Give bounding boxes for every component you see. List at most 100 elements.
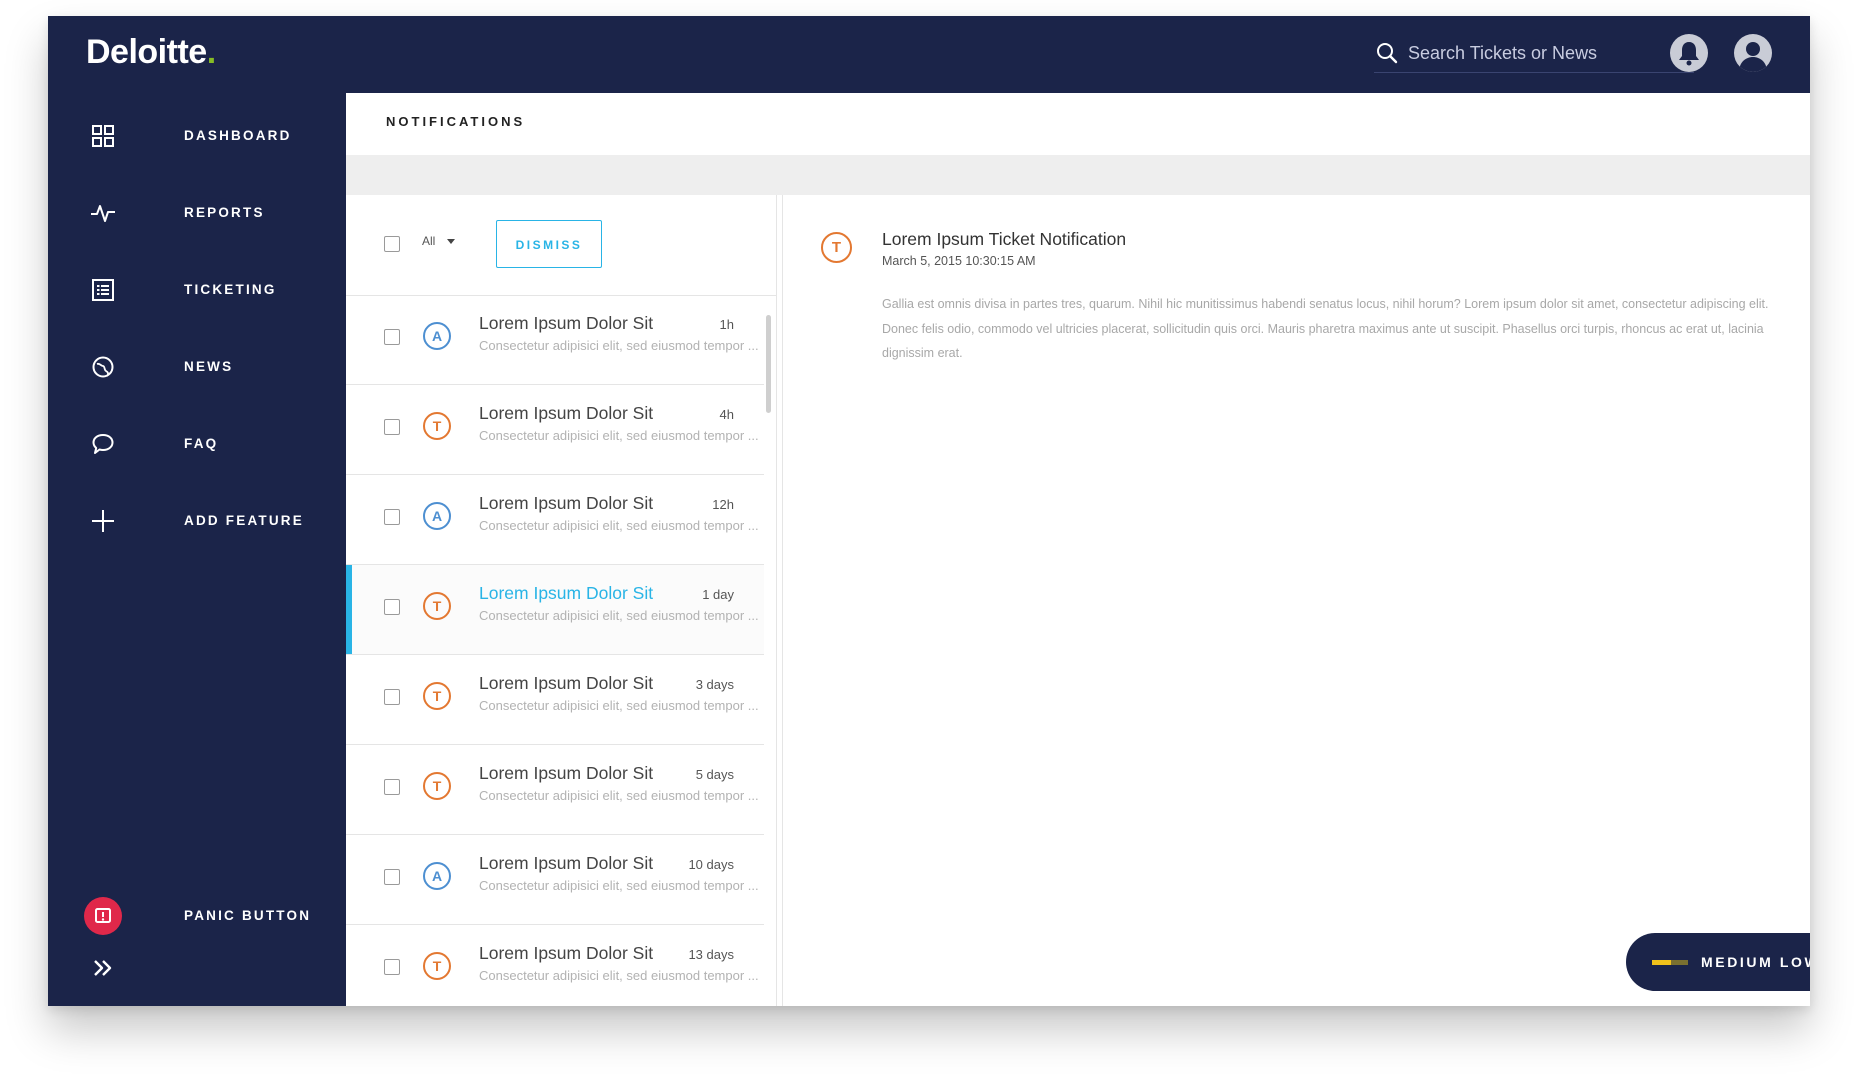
notification-row[interactable]: T Lorem Ipsum Dolor Sit 4h Consectetur a… [346,385,764,475]
page-title: NOTIFICATIONS [386,114,526,129]
notification-row[interactable]: T Lorem Ipsum Dolor Sit 13 days Consecte… [346,925,764,1006]
panic-indicator [84,897,122,935]
sidebar: DASHBOARD REPORTS TICKETING NEWS FAQ ADD… [48,93,346,1006]
notification-detail: T Lorem Ipsum Ticket Notification March … [782,195,1810,1006]
sidebar-item-reports[interactable]: REPORTS [90,198,262,228]
search-field[interactable]: Search Tickets or News [1374,38,1694,73]
sidebar-item-label: DASHBOARD [184,128,292,143]
notification-row[interactable]: A Lorem Ipsum Dolor Sit 10 days Consecte… [346,835,764,925]
notification-row[interactable]: A Lorem Ipsum Dolor Sit 1h Consectetur a… [346,295,764,385]
row-checkbox[interactable] [384,869,400,885]
logo-dot: . [206,33,216,71]
type-badge: A [423,322,451,350]
content-header: NOTIFICATIONS [346,93,1810,156]
sidebar-item-dashboard[interactable]: DASHBOARD [90,121,289,151]
filter-dropdown[interactable]: All [422,234,456,248]
notification-preview: Consectetur adipisici elit, sed eiusmod … [479,608,759,623]
bell-icon [1679,42,1699,66]
logo-text: Deloitte [86,33,207,71]
list-toolbar: All DISMISS [346,195,776,296]
plus-icon [92,510,114,532]
search-placeholder: Search Tickets or News [1408,43,1598,63]
type-badge: A [423,862,451,890]
dismiss-button[interactable]: DISMISS [496,220,602,268]
type-badge: T [423,592,451,620]
notification-preview: Consectetur adipisici elit, sed eiusmod … [479,788,759,803]
sidebar-item-ticketing[interactable]: TICKETING [90,275,274,305]
notification-title: Lorem Ipsum Dolor Sit [479,403,654,423]
detail-date: March 5, 2015 10:30:15 AM [882,254,1036,268]
alert-icon [95,908,111,923]
search-icon [1377,43,1398,64]
row-checkbox[interactable] [384,779,400,795]
sidebar-item-label: REPORTS [184,205,265,220]
row-checkbox[interactable] [384,329,400,345]
top-bar: Deloitte. Search Tickets or News [48,16,1810,93]
select-all-checkbox[interactable] [384,236,400,252]
list-icon [92,279,114,301]
user-avatar[interactable] [1734,34,1772,72]
threat-level-indicator [1652,960,1688,965]
notification-time: 12h [712,497,734,512]
deloitte-logo[interactable]: Deloitte. [86,33,216,72]
notification-time: 10 days [688,857,734,872]
chat-icon [92,434,114,454]
row-checkbox[interactable] [384,509,400,525]
notification-title: Lorem Ipsum Dolor Sit [479,493,654,513]
notifications-button[interactable] [1670,34,1708,72]
double-chevron-right-icon [94,960,112,976]
notification-title: Lorem Ipsum Dolor Sit [479,853,654,873]
list-scrollbar[interactable] [766,315,771,413]
indicator-segment [1652,960,1671,965]
notification-time: 4h [719,407,734,422]
type-badge: T [423,772,451,800]
notification-time: 1 day [702,587,734,602]
sidebar-item-add-feature[interactable]: ADD FEATURE [90,506,302,536]
type-badge: T [423,682,451,710]
row-checkbox[interactable] [384,419,400,435]
notifications-list: All DISMISS A Lorem Ipsum Dolor Sit 1h C… [346,195,777,1006]
notification-preview: Consectetur adipisici elit, sed eiusmod … [479,698,759,713]
type-badge: T [423,952,451,980]
panic-button[interactable]: PANIC BUTTON [84,897,364,937]
threat-level-button[interactable]: MEDIUM LOW [1626,933,1810,991]
notification-title: Lorem Ipsum Dolor Sit [479,313,654,333]
row-checkbox[interactable] [384,599,400,615]
notification-title: Lorem Ipsum Dolor Sit [479,673,654,693]
caret-down-icon [447,239,456,245]
filter-dropdown-value: All [422,234,436,248]
notification-title: Lorem Ipsum Dolor Sit [479,763,654,783]
notification-preview: Consectetur adipisici elit, sed eiusmod … [479,518,759,533]
notification-title: Lorem Ipsum Dolor Sit [479,583,654,603]
notification-time: 3 days [695,677,734,692]
expand-sidebar-button[interactable] [90,955,116,986]
notification-row-selected[interactable]: T Lorem Ipsum Dolor Sit 1 day Consectetu… [346,565,764,655]
app-window: Deloitte. Search Tickets or News DASHBOA… [48,16,1810,1006]
user-icon [1739,42,1767,72]
type-badge: T [423,412,451,440]
notification-time: 1h [719,317,734,332]
notification-preview: Consectetur adipisici elit, sed eiusmod … [479,878,759,893]
grid-icon [92,125,114,147]
notification-preview: Consectetur adipisici elit, sed eiusmod … [479,968,759,983]
selected-indicator [346,565,352,654]
threat-level-label: MEDIUM LOW [1701,954,1810,970]
globe-icon [92,356,114,378]
sidebar-item-label: TICKETING [184,282,277,297]
notification-row[interactable]: A Lorem Ipsum Dolor Sit 12h Consectetur … [346,475,764,565]
type-badge: A [423,502,451,530]
sidebar-item-faq[interactable]: FAQ [90,429,216,459]
sidebar-item-label: ADD FEATURE [184,513,304,528]
sidebar-item-news[interactable]: NEWS [90,352,231,382]
notification-row[interactable]: T Lorem Ipsum Dolor Sit 5 days Consectet… [346,745,764,835]
row-checkbox[interactable] [384,959,400,975]
notification-row[interactable]: T Lorem Ipsum Dolor Sit 3 days Consectet… [346,655,764,745]
row-checkbox[interactable] [384,689,400,705]
detail-title: Lorem Ipsum Ticket Notification [882,229,1127,249]
sidebar-item-label: NEWS [184,359,234,374]
panic-button-label: PANIC BUTTON [184,908,312,923]
notification-title: Lorem Ipsum Dolor Sit [479,943,654,963]
indicator-segment [1671,960,1688,965]
detail-body: Gallia est omnis divisa in partes tres, … [882,297,1769,360]
notification-time: 13 days [688,947,734,962]
